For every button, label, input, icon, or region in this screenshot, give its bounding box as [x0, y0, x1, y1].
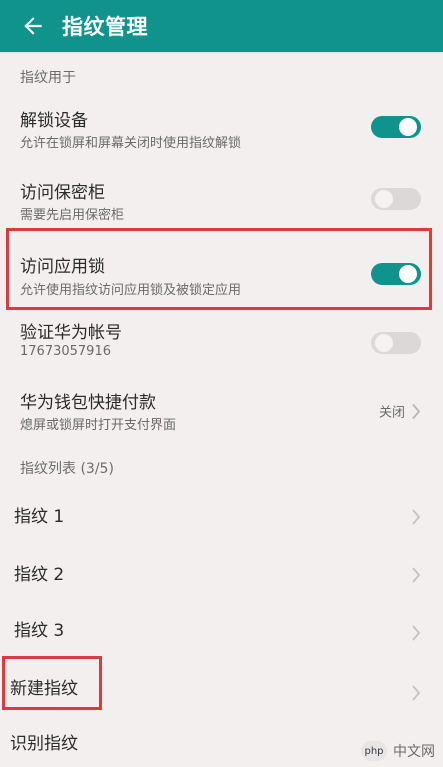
unlock-device-toggle[interactable]: [371, 116, 421, 138]
watermark-text: 中文网: [393, 744, 435, 760]
back-button[interactable]: [10, 0, 56, 52]
chevron-right-icon: [411, 509, 421, 525]
app-bar: 指纹管理: [0, 0, 443, 52]
section-header-usage: 指纹用于: [20, 70, 76, 86]
verify-account-toggle[interactable]: [371, 332, 421, 354]
setting-title: 华为钱包快捷付款: [20, 393, 156, 413]
section-header-fingerprint-list: 指纹列表 (3/5): [20, 461, 114, 477]
chevron-right-icon: [411, 685, 421, 701]
watermark: php 中文网: [361, 741, 435, 761]
setting-title: 访问保密柜: [20, 183, 105, 203]
list-item-label: 指纹 3: [14, 621, 65, 641]
toggle-knob: [375, 334, 393, 352]
setting-title: 解锁设备: [20, 111, 88, 131]
setting-subtitle: 允许在锁屏和屏幕关闭时使用指纹解锁: [20, 136, 242, 151]
setting-access-safe[interactable]: 访问保密柜 需要先启用保密柜: [0, 168, 443, 230]
setting-verify-huawei-account[interactable]: 验证华为帐号 17673057916: [0, 312, 443, 374]
toggle-knob: [399, 118, 417, 136]
list-item-label: 指纹 2: [14, 565, 65, 585]
highlight-box-app-lock: [6, 228, 432, 310]
highlight-box-add-fingerprint: [2, 656, 102, 710]
access-safe-toggle[interactable]: [371, 188, 421, 210]
list-item-fingerprint-2[interactable]: 指纹 2: [0, 546, 443, 604]
setting-huawei-wallet[interactable]: 华为钱包快捷付款 熄屏或锁屏时打开支付界面 关闭: [0, 380, 443, 442]
content: 指纹用于 解锁设备 允许在锁屏和屏幕关闭时使用指纹解锁 访问保密柜 需要先启用保…: [0, 52, 443, 767]
chevron-right-icon: [411, 403, 421, 419]
page-title: 指纹管理: [62, 15, 148, 39]
chevron-right-icon: [411, 625, 421, 641]
wallet-status: 关闭: [378, 405, 405, 421]
list-item-label: 指纹 1: [14, 507, 65, 527]
setting-subtitle: 熄屏或锁屏时打开支付界面: [20, 418, 177, 433]
arrow-left-icon: [24, 17, 42, 35]
list-item-fingerprint-3[interactable]: 指纹 3: [0, 604, 443, 662]
list-item-fingerprint-1[interactable]: 指纹 1: [0, 488, 443, 546]
toggle-knob: [375, 190, 393, 208]
setting-subtitle: 需要先启用保密柜: [20, 208, 125, 223]
list-item-label: 识别指纹: [10, 734, 78, 754]
setting-title: 验证华为帐号: [20, 323, 122, 343]
chevron-right-icon: [411, 567, 421, 583]
setting-subtitle: 17673057916: [20, 344, 111, 359]
setting-unlock-device[interactable]: 解锁设备 允许在锁屏和屏幕关闭时使用指纹解锁: [0, 96, 443, 158]
php-logo-icon: php: [361, 741, 387, 761]
